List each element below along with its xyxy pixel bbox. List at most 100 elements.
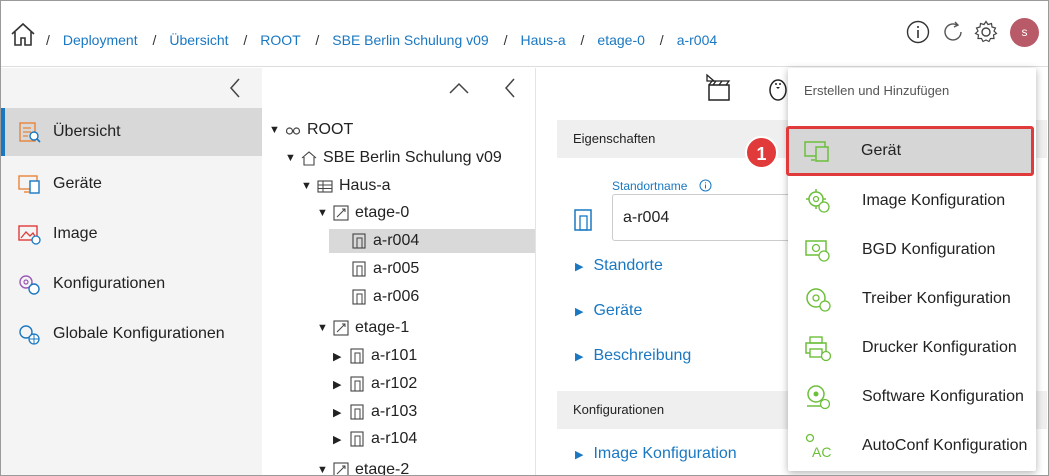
expanded-caret-icon[interactable]: ▼ [317, 464, 331, 475]
sidebar-item-uebersicht[interactable]: Übersicht [1, 108, 262, 156]
sidebar-item-label: Konfigurationen [53, 275, 166, 292]
expanded-caret-icon[interactable]: ▼ [269, 124, 283, 136]
tree-node-a-r004[interactable]: a-r004 [329, 229, 535, 253]
sidebar-item-label: Image [53, 225, 98, 242]
tree-node-a-r005[interactable]: a-r005 [349, 257, 419, 281]
menu-item-autoconf-konfiguration[interactable]: AC AutoConf Konfiguration [788, 422, 1036, 470]
room-door-icon [574, 209, 592, 231]
room-door-icon [350, 431, 364, 447]
sidebar-item-image[interactable]: Image [1, 210, 262, 258]
driver-config-icon [806, 288, 831, 312]
room-door-icon [350, 348, 364, 364]
breadcrumb-floor[interactable]: etage-0 [597, 32, 644, 48]
tree-node-a-r104[interactable]: ▶ a-r104 [333, 427, 417, 451]
create-add-menu: Erstellen und Hinzufügen Gerät Image Kon… [786, 68, 1036, 471]
menu-item-bgd-konfiguration[interactable]: BGD Konfiguration [788, 226, 1036, 274]
section-standorte[interactable]: ▶ Standorte [575, 257, 663, 275]
building-icon [317, 180, 333, 193]
menu-item-geraet[interactable]: Gerät [786, 126, 1034, 176]
location-tree-panel: ▼ ROOT ▼ SBE Berlin Schulung v09 ▼ Haus-… [263, 68, 536, 476]
sidebar-item-globale-konfigurationen[interactable]: Globale Konfigurationen [1, 310, 262, 358]
tree-node-root[interactable]: ▼ ROOT [269, 118, 353, 142]
tree-node-etage-1[interactable]: ▼ etage-1 [317, 316, 409, 340]
expand-caret-icon: ▶ [575, 351, 584, 363]
printer-config-icon [805, 336, 832, 362]
collapse-left-chevron-icon[interactable] [503, 78, 517, 98]
floor-icon [333, 462, 349, 475]
section-geraete[interactable]: ▶ Geräte [575, 302, 642, 320]
info-icon[interactable] [906, 20, 930, 44]
section-image-konfiguration[interactable]: ▶ Image Konfiguration [575, 445, 737, 463]
expanded-caret-icon[interactable]: ▼ [301, 180, 315, 192]
app-window: / Deployment / Übersicht / ROOT / SBE Berlin… [0, 0, 1049, 476]
header-bar: / Deployment / Übersicht / ROOT / SBE Berlin… [1, 1, 1048, 67]
breadcrumb-uebersicht[interactable]: Übersicht [169, 32, 228, 48]
room-door-icon [350, 376, 364, 392]
location-name-label: Standortname [612, 179, 712, 193]
svg-text:AC: AC [812, 444, 831, 460]
menu-item-software-konfiguration[interactable]: Software Konfiguration [788, 373, 1036, 421]
section-beschreibung[interactable]: ▶ Beschreibung [575, 347, 691, 365]
software-config-icon [807, 385, 831, 410]
breadcrumb-deployment[interactable]: Deployment [63, 32, 138, 48]
collapse-up-chevron-icon[interactable] [448, 81, 470, 95]
home-icon[interactable] [10, 21, 36, 47]
tree-node-label: a-r101 [371, 347, 418, 364]
tree-node-a-r006[interactable]: a-r006 [349, 285, 419, 309]
breadcrumb: / Deployment / Übersicht / ROOT / SBE Berlin… [46, 32, 718, 48]
menu-item-label: Software Konfiguration [862, 388, 1024, 405]
tree-node-etage-0[interactable]: ▼ etage-0 [317, 201, 409, 225]
menu-item-image-konfiguration[interactable]: Image Konfiguration [788, 177, 1036, 225]
breadcrumb-root[interactable]: ROOT [260, 32, 300, 48]
collapsed-caret-icon[interactable]: ▶ [333, 350, 347, 363]
expanded-caret-icon[interactable]: ▼ [285, 152, 299, 164]
tree-node-a-r101[interactable]: ▶ a-r101 [333, 344, 417, 368]
floor-icon [333, 205, 349, 221]
tree-node-label: a-r103 [371, 403, 418, 420]
collapsed-caret-icon[interactable]: ▶ [333, 378, 347, 391]
breadcrumb-site[interactable]: SBE Berlin Schulung v09 [332, 32, 488, 48]
sidebar: Übersicht Geräte Image Konfigurationen G… [1, 68, 262, 475]
tree-node-a-r102[interactable]: ▶ a-r102 [333, 372, 417, 396]
menu-title: Erstellen und Hinzufügen [804, 83, 950, 98]
tree-node-label: SBE Berlin Schulung v09 [323, 149, 502, 166]
tree-node-etage-2[interactable]: ▼ etage-2 [317, 458, 410, 476]
collapsed-caret-icon[interactable]: ▶ [333, 406, 347, 419]
expanded-caret-icon[interactable]: ▼ [317, 207, 331, 219]
expanded-caret-icon[interactable]: ▼ [317, 322, 331, 334]
tree-node-label: a-r006 [373, 288, 420, 305]
tree-node-label: a-r102 [371, 375, 418, 392]
room-door-icon [352, 289, 366, 305]
tree-node-a-r103[interactable]: ▶ a-r103 [333, 400, 417, 424]
breadcrumb-room[interactable]: a-r004 [677, 32, 717, 48]
breadcrumb-building[interactable]: Haus-a [521, 32, 566, 48]
config-gears-icon [19, 275, 40, 295]
devices-icon [18, 175, 40, 194]
sidebar-item-konfigurationen[interactable]: Konfigurationen [1, 260, 262, 308]
menu-item-label: AutoConf Konfiguration [862, 437, 1028, 454]
sidebar-item-label: Geräte [53, 175, 102, 192]
overview-icon [19, 122, 41, 143]
image-icon [18, 225, 41, 245]
menu-item-treiber-konfiguration[interactable]: Treiber Konfiguration [788, 275, 1036, 323]
menu-item-label: Gerät [861, 142, 902, 159]
room-door-icon [352, 261, 366, 277]
expand-caret-icon: ▶ [575, 261, 584, 273]
info-icon[interactable] [699, 179, 712, 192]
tree-node-label: etage-2 [355, 461, 410, 476]
collapse-sidebar-chevron-icon[interactable] [227, 78, 243, 98]
floor-icon [333, 320, 349, 336]
menu-item-drucker-konfiguration[interactable]: Drucker Konfiguration [788, 324, 1036, 372]
user-avatar[interactable]: s [1010, 18, 1039, 47]
gear-icon[interactable] [974, 20, 998, 44]
sidebar-item-geraete[interactable]: Geräte [1, 160, 262, 208]
autoconf-config-icon: AC [805, 433, 831, 460]
root-binoculars-icon [285, 127, 301, 135]
collapsed-caret-icon[interactable]: ▶ [333, 433, 347, 446]
tree-node-label: etage-0 [355, 204, 410, 221]
tree-node-building[interactable]: ▼ Haus-a [301, 174, 391, 198]
tree-node-label: Haus-a [339, 177, 391, 194]
clapperboard-icon[interactable] [704, 73, 734, 103]
refresh-icon[interactable] [941, 20, 965, 44]
tree-node-site[interactable]: ▼ SBE Berlin Schulung v09 [285, 146, 502, 170]
